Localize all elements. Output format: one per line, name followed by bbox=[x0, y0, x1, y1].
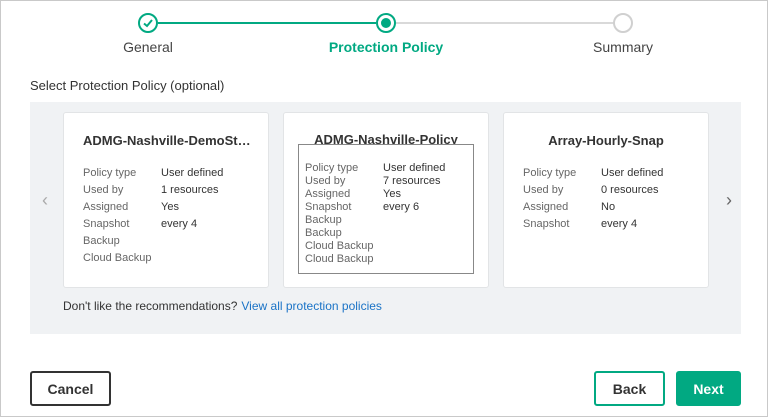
detail-key: Assigned bbox=[83, 201, 129, 213]
detail-key: Assigned bbox=[523, 201, 569, 213]
step-protection-policy-indicator bbox=[376, 13, 396, 33]
detail-value: every 6 bbox=[383, 201, 420, 213]
cancel-button[interactable]: Cancel bbox=[30, 371, 111, 406]
policy-details: Policy type User defined Used by 7 resourc… bbox=[305, 162, 445, 266]
detail-key: Used by bbox=[523, 184, 564, 196]
detail-key: Policy type bbox=[523, 167, 577, 179]
detail-value: No bbox=[601, 201, 616, 213]
detail-row: Assigned Yes bbox=[83, 199, 223, 216]
detail-row: Backup bbox=[305, 227, 445, 240]
detail-key: Policy type bbox=[305, 162, 359, 174]
policy-card-selected[interactable]: ADMG-Nashville-Policy Policy type User de… bbox=[283, 112, 489, 288]
back-button[interactable]: Back bbox=[594, 371, 665, 406]
detail-value: Yes bbox=[161, 201, 179, 213]
detail-key: Cloud Backup bbox=[83, 252, 152, 264]
detail-key: Assigned bbox=[305, 188, 351, 200]
policy-details: Policy type User defined Used by 0 resourc… bbox=[523, 165, 663, 233]
detail-value: 0 resources bbox=[601, 184, 659, 196]
step-general-check-icon[interactable] bbox=[138, 13, 158, 33]
detail-row: Policy type User defined bbox=[305, 162, 445, 175]
detail-row: Snapshot every 4 bbox=[83, 216, 223, 233]
stepper-line-completed bbox=[158, 22, 376, 24]
detail-key: Snapshot bbox=[523, 218, 570, 230]
detail-key: Cloud Backup bbox=[305, 240, 374, 252]
carousel-prev-chevron-left-icon[interactable]: ‹ bbox=[38, 190, 52, 211]
carousel-next-chevron-right-icon[interactable]: › bbox=[722, 190, 736, 211]
detail-row: Used by 7 resources bbox=[305, 175, 445, 188]
detail-row: Policy type User defined bbox=[523, 165, 663, 182]
step-summary-indicator bbox=[613, 13, 633, 33]
recommendations-footnote: Don't like the recommendations? View all … bbox=[63, 299, 382, 313]
detail-value: Yes bbox=[383, 188, 401, 200]
checkmark-icon bbox=[143, 19, 153, 28]
detail-row: Assigned No bbox=[523, 199, 663, 216]
wizard-stepper: General Protection Policy Summary bbox=[1, 11, 768, 61]
policy-details-tooltip: Policy type User defined Used by 7 resourc… bbox=[298, 144, 474, 274]
policy-card-title: Array-Hourly-Snap bbox=[548, 133, 664, 148]
view-all-policies-link[interactable]: View all protection policies bbox=[241, 299, 382, 313]
detail-row: Backup bbox=[305, 214, 445, 227]
detail-row: Used by 0 resources bbox=[523, 182, 663, 199]
detail-value: User defined bbox=[161, 167, 224, 179]
detail-key: Backup bbox=[305, 214, 342, 226]
detail-key: Snapshot bbox=[305, 201, 352, 213]
detail-key: Used by bbox=[83, 184, 124, 196]
step-protection-policy-label: Protection Policy bbox=[328, 39, 444, 55]
detail-row: Cloud Backup bbox=[83, 250, 223, 267]
policy-card-title: ADMG-Nashville-DemoStor... bbox=[83, 133, 261, 148]
stepper-line-pending bbox=[396, 22, 614, 24]
detail-value: User defined bbox=[383, 162, 446, 174]
detail-key: Backup bbox=[83, 235, 120, 247]
detail-row: Backup bbox=[83, 233, 223, 250]
footnote-text: Don't like the recommendations? bbox=[63, 299, 238, 313]
policy-card[interactable]: ADMG-Nashville-DemoStor... Policy type Us… bbox=[63, 112, 269, 288]
step-general-label[interactable]: General bbox=[123, 39, 173, 55]
policy-card[interactable]: Array-Hourly-Snap Policy type User define… bbox=[503, 112, 709, 288]
policy-carousel: ‹ ADMG-Nashville-DemoStor... Policy type… bbox=[30, 102, 741, 334]
detail-row: Cloud Backup bbox=[305, 240, 445, 253]
detail-row: Snapshot every 6 bbox=[305, 201, 445, 214]
policy-details: Policy type User defined Used by 1 resourc… bbox=[83, 165, 223, 267]
detail-key: Cloud Backup bbox=[305, 253, 374, 265]
detail-value: every 4 bbox=[601, 218, 638, 230]
detail-value: 7 resources bbox=[383, 175, 441, 187]
detail-row: Snapshot every 4 bbox=[523, 216, 663, 233]
step-summary-label: Summary bbox=[593, 39, 653, 55]
detail-key: Snapshot bbox=[83, 218, 130, 230]
detail-value: every 4 bbox=[161, 218, 198, 230]
detail-row: Assigned Yes bbox=[305, 188, 445, 201]
detail-key: Policy type bbox=[83, 167, 137, 179]
detail-key: Backup bbox=[305, 227, 342, 239]
detail-row: Policy type User defined bbox=[83, 165, 223, 182]
section-title: Select Protection Policy (optional) bbox=[30, 78, 225, 93]
next-button[interactable]: Next bbox=[676, 371, 741, 406]
detail-value: 1 resources bbox=[161, 184, 219, 196]
detail-value: User defined bbox=[601, 167, 664, 179]
wizard-dialog: General Protection Policy Summary Select… bbox=[0, 0, 768, 417]
detail-key: Used by bbox=[305, 175, 346, 187]
detail-row: Used by 1 resources bbox=[83, 182, 223, 199]
detail-row: Cloud Backup bbox=[305, 253, 445, 266]
